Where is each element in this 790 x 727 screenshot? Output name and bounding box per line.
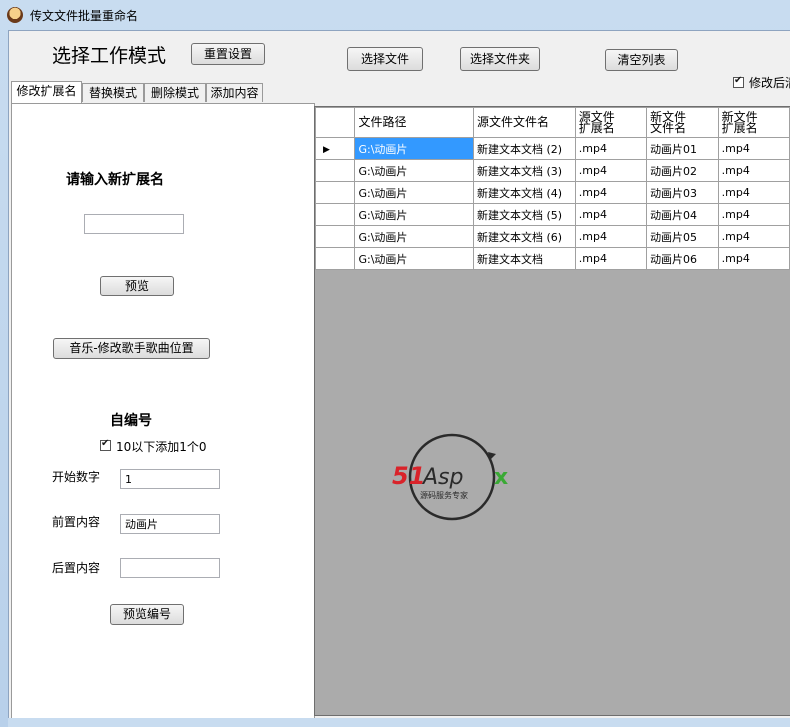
table-cell[interactable]: .mp4 <box>574 203 648 226</box>
start-number-label: 开始数字 <box>52 470 101 484</box>
table-cell[interactable]: 新建文本文档 (2) <box>472 137 576 160</box>
prefix-label: 前置内容 <box>52 515 101 529</box>
logo-brand-x: x <box>494 465 508 490</box>
table-cell[interactable]: .mp4 <box>717 159 790 182</box>
table-row[interactable]: G:\动画片 新建文本文档 (3) .mp4 动画片02 .mp4 <box>315 159 790 182</box>
table-cell[interactable]: G:\动画片 <box>354 247 474 270</box>
table-cell[interactable]: G:\动画片 <box>354 159 474 182</box>
table-cell[interactable]: .mp4 <box>574 137 648 160</box>
table-cell[interactable]: 动画片04 <box>646 203 719 226</box>
start-number-input[interactable] <box>120 469 220 489</box>
table-cell[interactable]: G:\动画片 <box>354 181 474 204</box>
row-indicator[interactable] <box>315 181 356 204</box>
table-cell[interactable]: .mp4 <box>717 181 790 204</box>
table-cell[interactable]: G:\动画片 <box>354 203 474 226</box>
select-folder-button[interactable]: 选择文件夹 <box>460 47 540 71</box>
music-singer-button[interactable]: 音乐-修改歌手歌曲位置 <box>53 338 210 359</box>
tab-modify-extension[interactable]: 修改扩展名 <box>11 81 82 103</box>
new-extension-input[interactable] <box>84 214 184 234</box>
file-grid[interactable]: 文件路径 源文件文件名 源文件 扩展名 新文件 文件名 新文件 扩展名 ▶ G:… <box>314 106 790 716</box>
tab-page-modify-extension: 请输入新扩展名 预览 音乐-修改歌手歌曲位置 自编号 10以下添加1个0 开始数… <box>11 103 315 721</box>
table-cell[interactable]: 动画片05 <box>646 225 719 248</box>
tab-delete-mode[interactable]: 删除模式 <box>144 83 206 102</box>
row-header-corner <box>315 107 356 138</box>
column-header-new-name[interactable]: 新文件 文件名 <box>646 107 719 138</box>
watermark-logo: 51 Asp x 源码服务专家 <box>392 433 508 521</box>
row-indicator[interactable] <box>315 203 356 226</box>
suffix-label: 后置内容 <box>52 561 101 575</box>
current-row-arrow-icon: ▶ <box>323 145 330 155</box>
new-extension-heading: 请输入新扩展名 <box>66 172 164 188</box>
logo-brand-51: 51 <box>392 462 425 490</box>
logo-brand-aspx: Asp <box>421 465 463 490</box>
table-cell[interactable]: .mp4 <box>574 225 648 248</box>
title-bar: 传文文件批量重命名 <box>0 0 790 30</box>
table-row[interactable]: G:\动画片 新建文本文档 .mp4 动画片06 .mp4 <box>315 247 790 270</box>
row-indicator[interactable] <box>315 247 356 270</box>
column-header-new-ext[interactable]: 新文件 扩展名 <box>717 107 790 138</box>
table-cell[interactable]: 动画片03 <box>646 181 719 204</box>
table-cell[interactable]: 新建文本文档 (6) <box>472 225 576 248</box>
pad-zero-checkbox-label: 10以下添加1个0 <box>116 440 207 454</box>
row-indicator[interactable]: ▶ <box>315 137 356 160</box>
prefix-input[interactable] <box>120 514 220 534</box>
window-title: 传文文件批量重命名 <box>30 9 139 23</box>
table-cell[interactable]: 动画片01 <box>646 137 719 160</box>
reset-button[interactable]: 重置设置 <box>191 43 265 65</box>
app-window: 传文文件批量重命名 选择工作模式 重置设置 选择文件 选择文件夹 清空列表 修改… <box>0 0 790 727</box>
table-cell[interactable]: .mp4 <box>574 159 648 182</box>
column-header-source-ext[interactable]: 源文件 扩展名 <box>574 107 648 138</box>
client-area: 选择工作模式 重置设置 选择文件 选择文件夹 清空列表 修改后清 修改扩展名 替… <box>8 30 790 721</box>
table-cell[interactable]: G:\动画片 <box>354 137 474 160</box>
table-cell[interactable]: .mp4 <box>717 247 790 270</box>
pad-zero-checkbox[interactable] <box>100 438 111 451</box>
preview-number-button[interactable]: 预览编号 <box>110 604 184 625</box>
table-cell[interactable]: 新建文本文档 <box>472 247 576 270</box>
table-row[interactable]: G:\动画片 新建文本文档 (4) .mp4 动画片03 .mp4 <box>315 181 790 204</box>
table-cell[interactable]: .mp4 <box>574 181 648 204</box>
select-file-button[interactable]: 选择文件 <box>347 47 423 71</box>
modify-after-checkbox[interactable] <box>733 75 744 88</box>
table-cell[interactable]: G:\动画片 <box>354 225 474 248</box>
tab-add-content[interactable]: 添加内容 <box>206 83 263 102</box>
column-header-path[interactable]: 文件路径 <box>354 107 474 138</box>
file-table: 文件路径 源文件文件名 源文件 扩展名 新文件 文件名 新文件 扩展名 ▶ G:… <box>315 107 790 270</box>
numbering-heading: 自编号 <box>110 413 152 429</box>
table-cell[interactable]: 动画片02 <box>646 159 719 182</box>
table-row[interactable]: G:\动画片 新建文本文档 (5) .mp4 动画片04 .mp4 <box>315 203 790 226</box>
table-cell[interactable]: .mp4 <box>717 225 790 248</box>
logo-tagline: 源码服务专家 <box>420 490 468 500</box>
table-row[interactable]: ▶ G:\动画片 新建文本文档 (2) .mp4 动画片01 .mp4 <box>315 137 790 160</box>
app-icon <box>7 7 23 23</box>
table-cell[interactable]: .mp4 <box>717 137 790 160</box>
table-cell[interactable]: .mp4 <box>717 203 790 226</box>
table-row[interactable]: G:\动画片 新建文本文档 (6) .mp4 动画片05 .mp4 <box>315 225 790 248</box>
tab-replace-mode[interactable]: 替换模式 <box>82 83 144 102</box>
preview-button[interactable]: 预览 <box>100 276 174 296</box>
table-cell[interactable]: 新建文本文档 (3) <box>472 159 576 182</box>
mode-title: 选择工作模式 <box>52 45 167 67</box>
row-indicator[interactable] <box>315 159 356 182</box>
table-cell[interactable]: 新建文本文档 (4) <box>472 181 576 204</box>
table-cell[interactable]: 新建文本文档 (5) <box>472 203 576 226</box>
column-header-source-name[interactable]: 源文件文件名 <box>472 107 576 138</box>
clear-list-button[interactable]: 清空列表 <box>605 49 678 71</box>
window-bottom-frame <box>8 718 790 727</box>
table-cell[interactable]: 动画片06 <box>646 247 719 270</box>
table-cell[interactable]: .mp4 <box>574 247 648 270</box>
table-header-row: 文件路径 源文件文件名 源文件 扩展名 新文件 文件名 新文件 扩展名 <box>315 107 790 138</box>
suffix-input[interactable] <box>120 558 220 578</box>
modify-after-checkbox-label: 修改后清 <box>749 76 790 90</box>
row-indicator[interactable] <box>315 225 356 248</box>
